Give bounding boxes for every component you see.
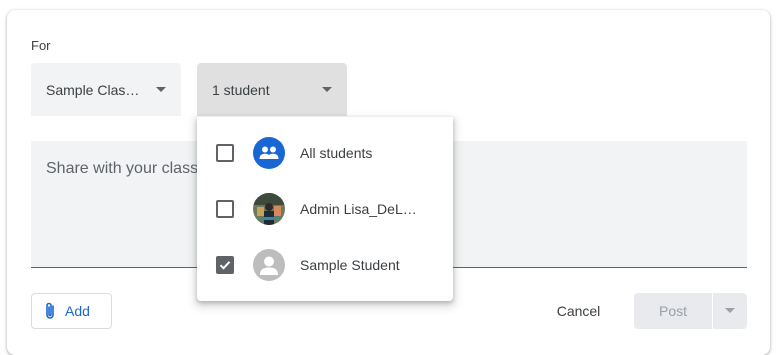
profile-photo — [253, 193, 285, 225]
add-attachment-button[interactable]: Add — [31, 293, 112, 329]
paperclip-icon — [46, 302, 54, 319]
check-icon — [219, 261, 231, 270]
cancel-button[interactable]: Cancel — [546, 293, 611, 329]
checkbox[interactable] — [216, 200, 234, 218]
chevron-down-icon — [156, 87, 166, 92]
option-label: Admin Lisa_DeL… — [300, 201, 417, 217]
add-label: Add — [65, 303, 90, 319]
post-button[interactable]: Post — [634, 293, 713, 329]
post-button-group: Post — [634, 293, 747, 329]
class-select-value: Sample Clas… — [46, 81, 140, 98]
checkbox-checked[interactable] — [216, 256, 234, 274]
person-icon — [253, 249, 285, 281]
students-select-value: 1 student — [212, 81, 270, 98]
for-label: For — [31, 38, 51, 53]
post-options-button[interactable] — [713, 293, 747, 329]
share-placeholder: Share with your class — [46, 160, 199, 177]
group-icon — [253, 137, 285, 169]
students-select[interactable]: 1 student — [197, 63, 347, 116]
option-sample-student[interactable]: Sample Student — [197, 237, 453, 293]
option-label: All students — [300, 145, 373, 161]
post-label: Post — [658, 303, 687, 319]
checkbox[interactable] — [216, 144, 234, 162]
class-select[interactable]: Sample Clas… — [31, 63, 181, 116]
option-label: Sample Student — [300, 257, 400, 273]
chevron-down-icon — [322, 87, 332, 92]
option-admin-lisa[interactable]: Admin Lisa_DeL… — [197, 181, 453, 237]
chevron-down-icon — [725, 308, 735, 313]
students-dropdown-menu: All students Admin Lisa_DeL… Sample Stud… — [197, 117, 453, 301]
option-all-students[interactable]: All students — [197, 125, 453, 181]
cancel-label: Cancel — [556, 303, 601, 319]
